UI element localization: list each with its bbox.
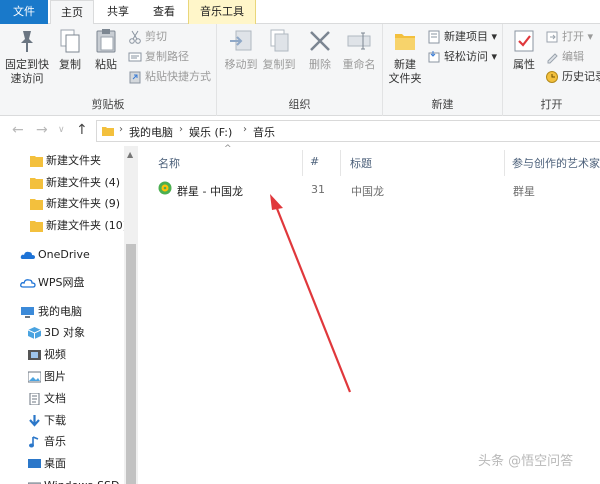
annotation-arrow xyxy=(270,194,352,393)
watermark: 头条 @悟空问答 xyxy=(478,454,574,469)
